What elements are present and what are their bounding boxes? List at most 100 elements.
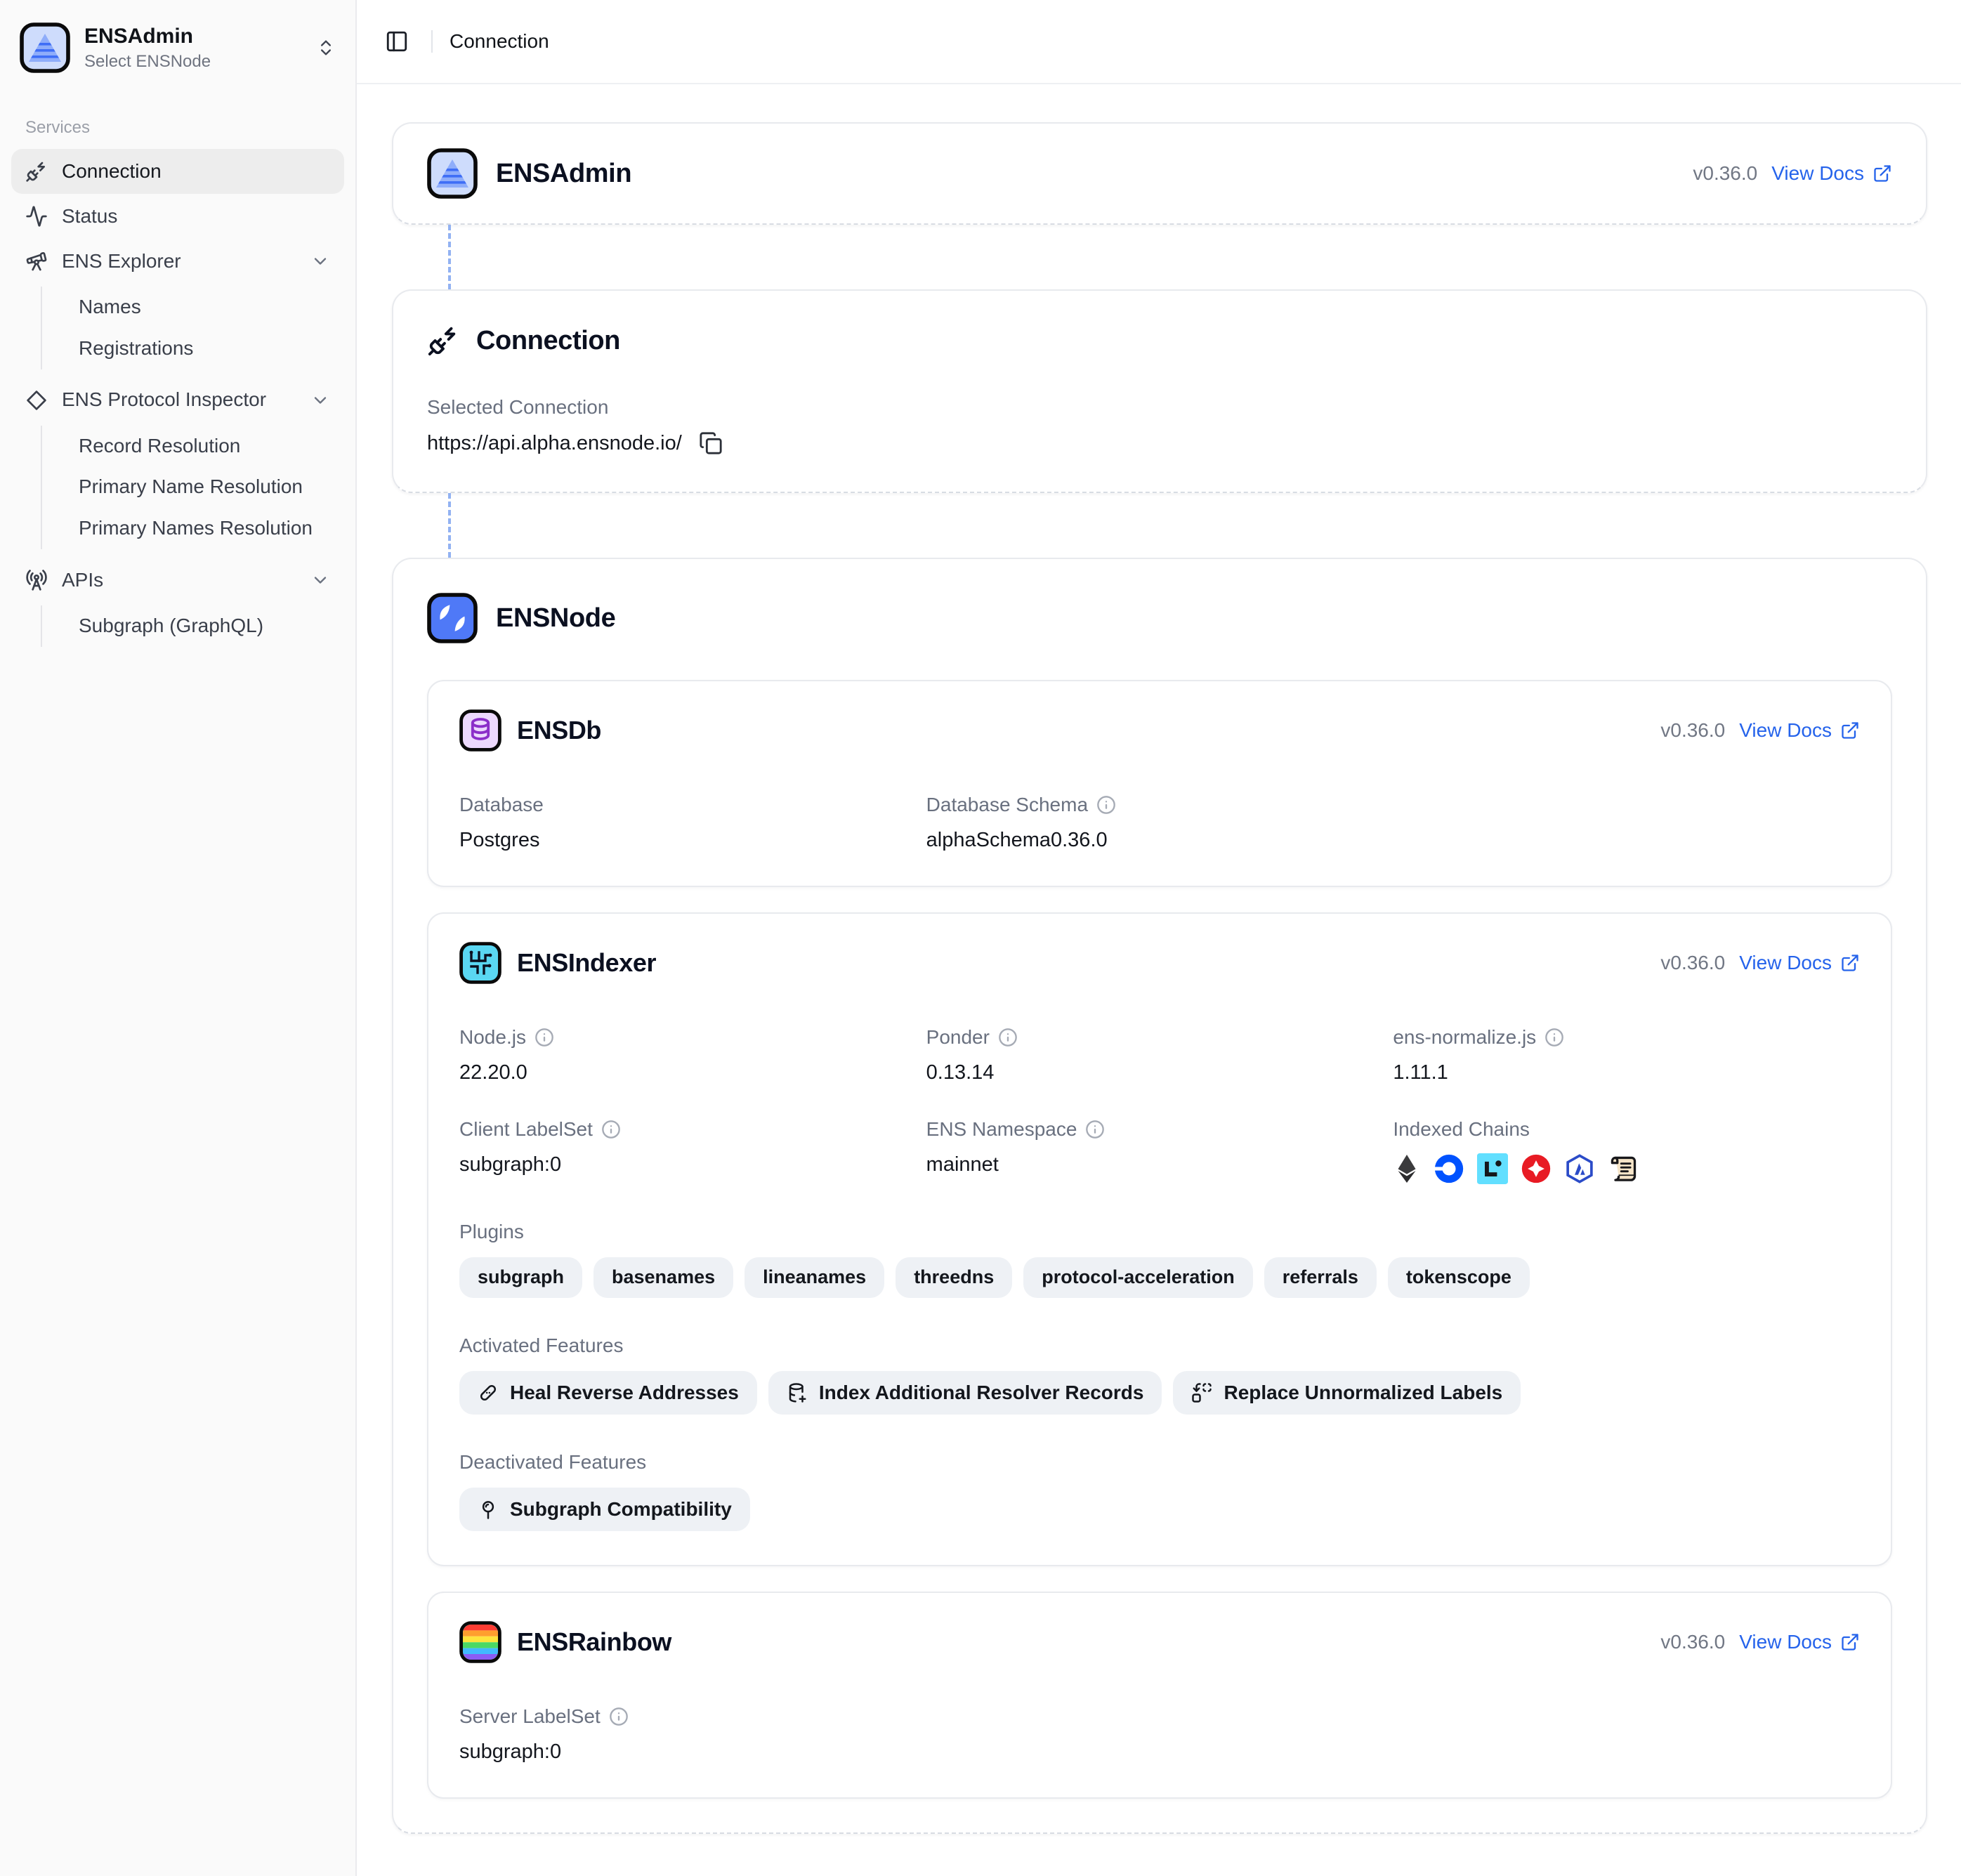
sidebar-item-connection[interactable]: Connection <box>11 149 344 194</box>
ensadmin-app: ENSAdmin Select ENSNode Services Connect… <box>0 0 1961 1876</box>
version-badge: v0.36.0 <box>1660 952 1725 974</box>
feature-badge: Heal Reverse Addresses <box>459 1371 757 1415</box>
sidebar-nav: Connection Status ENS Explorer Names Reg… <box>11 149 344 655</box>
field-label: Ponder <box>926 1026 990 1049</box>
sidebar-item-subgraph-graphql[interactable]: Subgraph (GraphQL) <box>65 605 344 647</box>
version-badge: v0.36.0 <box>1693 162 1757 185</box>
sidebar-item-registrations[interactable]: Registrations <box>65 328 344 369</box>
view-docs-link[interactable]: View Docs <box>1739 719 1860 742</box>
field-label: Indexed Chains <box>1393 1118 1860 1141</box>
field-label: Database <box>459 794 926 816</box>
ensadmin-logo-icon <box>427 148 478 199</box>
plugins-label: Plugins <box>459 1221 1860 1243</box>
external-link-icon <box>1840 953 1860 973</box>
field-server-labelset: Server LabelSet subgraph:0 <box>459 1705 926 1764</box>
ensnode-logo-icon <box>427 593 478 643</box>
info-icon[interactable] <box>601 1120 621 1139</box>
apis-subnav: Subgraph (GraphQL) <box>41 605 344 647</box>
ensnode-selector[interactable]: ENSAdmin Select ENSNode <box>11 14 344 81</box>
info-icon[interactable] <box>609 1707 629 1726</box>
diamond-icon <box>25 389 48 412</box>
sidebar-group-ens-protocol-inspector[interactable]: ENS Protocol Inspector <box>11 378 344 423</box>
field-label: ens-normalize.js <box>1393 1026 1536 1049</box>
copy-button[interactable] <box>699 431 723 455</box>
sidebar-item-label: Status <box>62 206 330 228</box>
feature-badge: Subgraph Compatibility <box>459 1488 750 1531</box>
plugin-badge: tokenscope <box>1388 1257 1530 1298</box>
activated-features-section: Activated Features Heal Reverse Addresse… <box>459 1334 1860 1415</box>
sidebar-item-record-resolution[interactable]: Record Resolution <box>65 426 344 467</box>
info-icon[interactable] <box>534 1028 554 1047</box>
external-link-icon <box>1840 721 1860 740</box>
sidebar-toggle-button[interactable] <box>379 24 414 59</box>
telescope-icon <box>25 250 48 273</box>
card-title: ENSNode <box>496 603 615 634</box>
bandage-icon <box>478 1382 499 1403</box>
activity-icon <box>25 205 48 228</box>
feature-badge-label: Index Additional Resolver Records <box>819 1382 1144 1403</box>
sidebar-item-names[interactable]: Names <box>65 287 344 328</box>
field-value: alphaSchema0.36.0 <box>926 829 1393 852</box>
activated-features-label: Activated Features <box>459 1334 1860 1357</box>
view-docs-link[interactable]: View Docs <box>1771 162 1892 185</box>
info-icon[interactable] <box>998 1028 1018 1047</box>
info-icon[interactable] <box>1085 1120 1105 1139</box>
feature-badge: Index Additional Resolver Records <box>768 1371 1162 1415</box>
field-label: ENS Namespace <box>926 1118 1077 1141</box>
view-docs-label: View Docs <box>1771 162 1864 185</box>
plug-zap-icon <box>25 160 48 183</box>
plugin-badge: subgraph <box>459 1257 582 1298</box>
topbar-divider <box>431 30 433 53</box>
field-value: mainnet <box>926 1153 1393 1176</box>
field-value: subgraph:0 <box>459 1740 926 1764</box>
sidebar-section-label: Services <box>11 118 344 138</box>
connector-dashed-line <box>448 493 451 558</box>
sidebar-item-label: APIs <box>62 570 296 591</box>
ethereum-icon <box>1393 1153 1421 1184</box>
sidebar-item-status[interactable]: Status <box>11 194 344 239</box>
sidebar-item-primary-name-resolution[interactable]: Primary Name Resolution <box>65 466 344 508</box>
view-docs-link[interactable]: View Docs <box>1739 1631 1860 1653</box>
feature-badge-label: Replace Unnormalized Labels <box>1224 1382 1502 1403</box>
ensadmin-logo-icon <box>20 22 70 73</box>
content: ENSAdmin v0.36.0 View Docs Connection <box>357 84 1961 1876</box>
connection-url: https://api.alpha.ensnode.io/ <box>427 432 682 455</box>
scroll-icon <box>1608 1153 1639 1184</box>
info-icon[interactable] <box>1544 1028 1564 1047</box>
sidebar-item-label: Registrations <box>79 338 330 360</box>
external-link-icon <box>1840 1632 1860 1652</box>
sidebar-item-label: Names <box>79 296 330 318</box>
sidebar-group-apis[interactable]: APIs <box>11 558 344 603</box>
field-ponder: Ponder 0.13.14 <box>926 1026 1393 1084</box>
chevron-down-icon <box>310 570 330 590</box>
field-value: Postgres <box>459 829 926 852</box>
view-docs-link[interactable]: View Docs <box>1739 952 1860 974</box>
field-ens-normalize: ens-normalize.js 1.11.1 <box>1393 1026 1860 1084</box>
plugin-badge: threedns <box>896 1257 1012 1298</box>
card-title: ENSRainbow <box>517 1627 671 1657</box>
deactivated-features-section: Deactivated Features Subgraph Compatibil… <box>459 1451 1860 1531</box>
card-title: Connection <box>476 326 620 356</box>
sidebar-group-ens-explorer[interactable]: ENS Explorer <box>11 239 344 284</box>
field-value: 0.13.14 <box>926 1061 1393 1084</box>
field-nodejs: Node.js 22.20.0 <box>459 1026 926 1084</box>
external-link-icon <box>1873 164 1892 183</box>
field-value: subgraph:0 <box>459 1153 926 1176</box>
replace-icon <box>1191 1382 1212 1403</box>
chevrons-up-down-icon[interactable] <box>316 38 336 58</box>
card-title: ENSAdmin <box>496 159 631 189</box>
field-client-labelset: Client LabelSet subgraph:0 <box>459 1118 926 1184</box>
sidebar-item-label: Record Resolution <box>79 435 330 457</box>
ensdb-card: ENSDb v0.36.0 View Docs <box>427 680 1892 887</box>
linea-icon <box>1477 1153 1508 1184</box>
ensadmin-card: ENSAdmin v0.36.0 View Docs <box>392 122 1927 225</box>
chevron-down-icon <box>310 391 330 410</box>
topbar: Connection <box>357 0 1961 84</box>
plugin-badge: referrals <box>1264 1257 1377 1298</box>
sidebar-item-label: Primary Name Resolution <box>79 476 330 498</box>
sidebar-item-primary-names-resolution[interactable]: Primary Names Resolution <box>65 508 344 549</box>
sidebar-item-label: ENS Explorer <box>62 251 296 273</box>
ensdb-logo-icon <box>459 709 501 752</box>
info-icon[interactable] <box>1096 795 1116 815</box>
plugin-badge: basenames <box>593 1257 733 1298</box>
